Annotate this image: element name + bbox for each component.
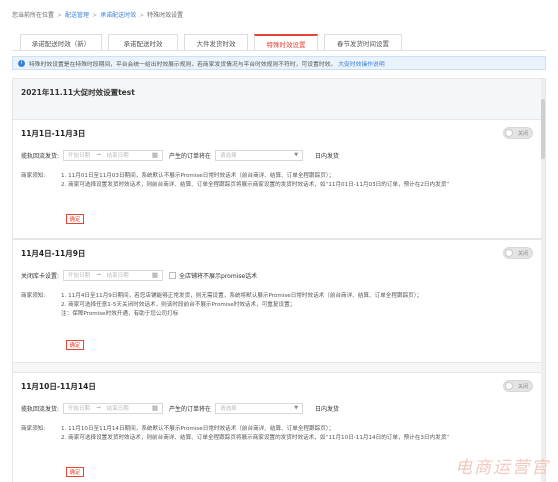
tab-bar: 承诺配送时效（新） 承诺配送时效 大件发货时效 特殊时效设置 春节发货时间设置 <box>20 34 408 51</box>
event-title: 2021年11.11大促时效设置test <box>21 88 135 97</box>
toggle-knob <box>505 129 513 137</box>
middle-text: 产生的订单将在 <box>169 152 212 160</box>
toggle-label: 关闭 <box>517 251 528 257</box>
start-date-placeholder: 开始日期 <box>68 153 91 159</box>
calendar-icon: ▦ <box>151 151 159 159</box>
breadcrumb: 您当前所在位置 > 配送管理 > 承诺配送时效 > 特殊时效设置 <box>12 10 183 19</box>
note-line: 1. 11月4日至11月9日期间，若您店铺能够正常发货，则无需设置，系统将默认展… <box>61 293 423 299</box>
checkbox-label: 全店铺将不展示promise话术 <box>179 272 258 280</box>
toggle-label: 关闭 <box>517 384 528 390</box>
date-range-picker[interactable]: 开始日期 → 结束日期 ▦ <box>63 149 164 161</box>
breadcrumb-separator: > <box>92 12 98 19</box>
period-toggle[interactable]: 关闭 <box>503 127 533 139</box>
tab-promise[interactable]: 承诺配送时效 <box>108 34 178 51</box>
field-label: 揽轨回流发货: <box>21 152 60 160</box>
info-icon: i <box>18 59 25 67</box>
breadcrumb-separator: > <box>139 12 145 19</box>
date-range-picker[interactable]: 开始日期 → 结束日期 ▦ <box>63 402 164 414</box>
note-line: 2. 商家可选择任意1-5天关闭时效话术，则该时段前台不展示Promise时效话… <box>61 302 296 308</box>
info-notice: i 特殊时效设置是在特殊时段期间，平台会统一给出时效展示规则，若商家发货情况与平… <box>12 56 546 70</box>
end-date-placeholder: 结束日期 <box>106 406 129 412</box>
range-arrow: → <box>96 272 101 278</box>
date-range-picker[interactable]: 开始日期 → 结束日期 ▦ <box>63 269 164 281</box>
note-line: 1. 11月01日至11月03日期间，系统默认不展示Promise日常时效话术（… <box>61 173 335 179</box>
period-section-1: 11月1日-11月3日 关闭 揽轨回流发货: 开始日期 → 结束日期 ▦ 产生的… <box>13 119 545 239</box>
breadcrumb-link-promise[interactable]: 承诺配送时效 <box>100 12 136 19</box>
middle-text: 产生的订单将在 <box>169 405 212 413</box>
notes-label: 商家须知: <box>21 173 46 179</box>
tab-spring-festival[interactable]: 春节发货时间设置 <box>324 34 402 51</box>
confirm-button[interactable]: 确定 <box>66 214 84 224</box>
ship-time-row: 揽轨回流发货: 开始日期 → 结束日期 ▦ 产生的订单将在 请选择 ▼ 日内发货 <box>21 402 339 414</box>
days-select[interactable]: 请选择 ▼ <box>215 149 304 161</box>
range-arrow: → <box>96 152 101 158</box>
start-date-placeholder: 开始日期 <box>68 273 91 279</box>
settings-pane: 2021年11.11大促时效设置test 11月1日-11月3日 关闭 揽轨回流… <box>12 78 546 482</box>
close-card-row: 关闭库卡设置: 开始日期 → 结束日期 ▦ 全店铺将不展示promise话术 <box>21 269 257 281</box>
range-arrow: → <box>96 405 101 411</box>
period-section-2: 11月4日-11月9日 关闭 关闭库卡设置: 开始日期 → 结束日期 ▦ 全店铺… <box>13 239 545 363</box>
period-title: 11月1日-11月3日 <box>21 129 86 138</box>
tab-divider <box>12 50 546 51</box>
period-toggle[interactable]: 关闭 <box>503 380 533 392</box>
merchant-notes: 商家须知: 1. 11月4日至11月9日期间，若您店铺能够正常发货，则无需设置，… <box>21 292 422 319</box>
after-text: 日内发货 <box>315 152 340 160</box>
toggle-label: 关闭 <box>517 131 528 137</box>
breadcrumb-link-delivery[interactable]: 配送管理 <box>65 12 89 19</box>
confirm-button[interactable]: 确定 <box>66 340 84 350</box>
calendar-icon: ▦ <box>151 271 159 279</box>
start-date-placeholder: 开始日期 <box>68 406 91 412</box>
end-date-placeholder: 结束日期 <box>106 273 129 279</box>
end-date-placeholder: 结束日期 <box>106 153 129 159</box>
merchant-notes: 商家须知: 1. 11月01日至11月03日期间，系统默认不展示Promise日… <box>21 172 449 190</box>
notes-label: 商家须知: <box>21 426 46 432</box>
tab-special-setting[interactable]: 特殊时效设置 <box>254 34 318 51</box>
notice-help-link[interactable]: 大促时效操作说明 <box>338 59 384 68</box>
no-promise-checkbox[interactable] <box>169 271 177 279</box>
calendar-icon: ▦ <box>151 404 159 412</box>
confirm-button[interactable]: 确定 <box>66 467 84 477</box>
chevron-down-icon: ▼ <box>294 405 299 411</box>
note-line: 2. 商家可选择设置发货时效话术，则前台商详、结算、订单全程跟踪页将展示商家设置… <box>61 182 450 188</box>
field-label: 关闭库卡设置: <box>21 272 60 280</box>
period-toggle[interactable]: 关闭 <box>503 247 533 259</box>
days-select[interactable]: 请选择 ▼ <box>215 402 304 414</box>
breadcrumb-current: 特殊时效设置 <box>147 12 184 19</box>
toggle-knob <box>505 382 513 390</box>
period-title: 11月10日-11月14日 <box>21 382 96 391</box>
tab-promise-new[interactable]: 承诺配送时效（新） <box>20 34 102 51</box>
breadcrumb-separator: > <box>57 12 63 19</box>
select-placeholder: 请选择 <box>220 406 237 412</box>
select-placeholder: 请选择 <box>220 153 237 159</box>
watermark-logo: 电商运营官 <box>455 458 550 478</box>
after-text: 日内发货 <box>315 405 340 413</box>
chevron-down-icon: ▼ <box>294 152 299 158</box>
notice-text: 特殊时效设置是在特殊时段期间，平台会统一给出时效展示规则，若商家发货情况与平台时… <box>29 61 337 68</box>
merchant-notes: 商家须知: 1. 11月10日至11月14日期间，系统默认不展示Promise日… <box>21 425 449 443</box>
scrollbar-thumb[interactable] <box>541 99 545 159</box>
breadcrumb-prefix: 您当前所在位置 <box>12 12 55 19</box>
note-line: 1. 11月10日至11月14日期间，系统默认不展示Promise日常时效话术（… <box>61 426 335 432</box>
toggle-knob <box>505 249 513 257</box>
tab-large-item[interactable]: 大件发货时效 <box>184 34 248 51</box>
note-line: 2. 商家可选择设置发货时效话术，则前台商详、结算、订单全程跟踪页将展示商家设置… <box>61 435 450 441</box>
ship-time-row: 揽轨回流发货: 开始日期 → 结束日期 ▦ 产生的订单将在 请选择 ▼ 日内发货 <box>21 149 339 161</box>
scrollbar[interactable] <box>541 79 545 482</box>
notes-label: 商家须知: <box>21 293 46 299</box>
note-line: 注：保障Promise时效开通，有助于您公司打标 <box>61 311 179 317</box>
period-title: 11月4日-11月9日 <box>21 249 86 258</box>
field-label: 揽轨回流发货: <box>21 405 60 413</box>
